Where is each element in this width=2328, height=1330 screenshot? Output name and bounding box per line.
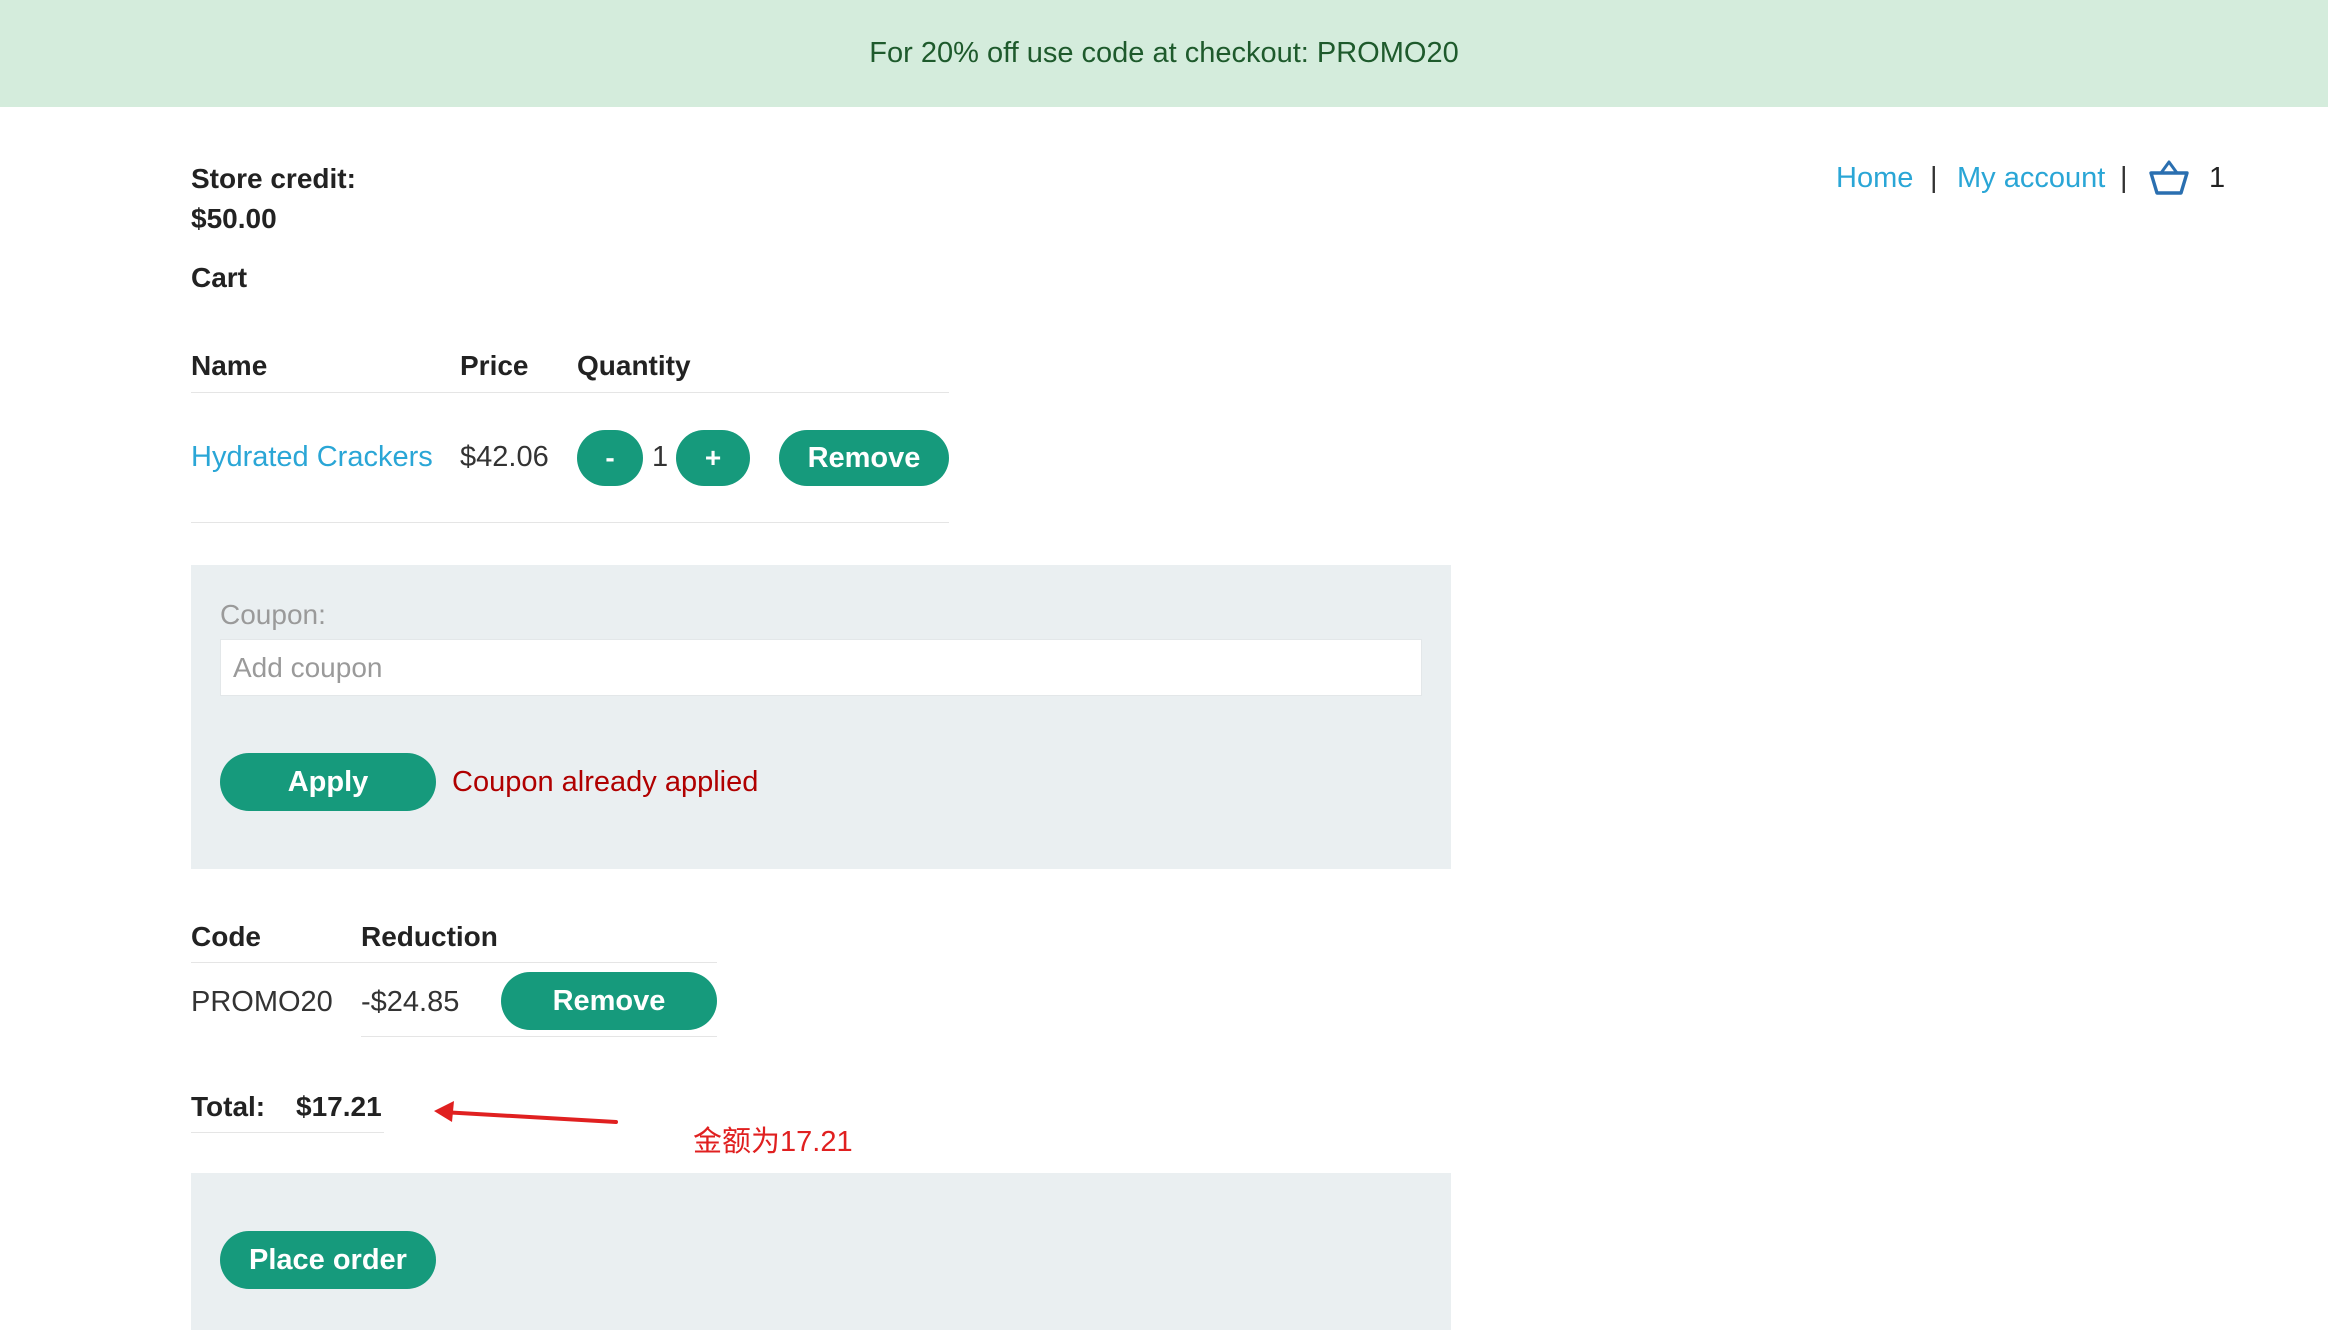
coupon-label: Coupon: xyxy=(220,599,326,630)
cart-column-quantity: Quantity xyxy=(577,350,691,381)
coupon-input[interactable]: Add coupon xyxy=(220,639,1422,696)
total-value: $17.21 xyxy=(296,1091,382,1122)
quantity-value: 1 xyxy=(652,441,669,473)
decrease-quantity-button[interactable]: - xyxy=(577,430,643,486)
nav-separator: | xyxy=(1930,162,1938,194)
total-divider xyxy=(191,1132,384,1133)
coupon-reduction: -$24.85 xyxy=(361,986,460,1018)
place-order-button[interactable]: Place order xyxy=(220,1231,436,1289)
coupon-column-code: Code xyxy=(191,921,261,952)
coupon-error-message: Coupon already applied xyxy=(452,766,759,798)
product-link[interactable]: Hydrated Crackers xyxy=(191,441,433,474)
cart-heading: Cart xyxy=(191,262,248,293)
basket-icon[interactable] xyxy=(2148,158,2190,203)
coupon-panel: Coupon: Add coupon Apply Coupon already … xyxy=(191,565,1451,869)
remove-coupon-button[interactable]: Remove xyxy=(501,972,717,1030)
my-account-link[interactable]: My account xyxy=(1957,162,2105,195)
cart-column-price: Price xyxy=(460,350,529,381)
promo-banner-text: For 20% off use code at checkout: PROMO2… xyxy=(869,37,1459,69)
coupon-row-divider xyxy=(361,1036,717,1037)
cart-row-divider xyxy=(191,522,949,523)
annotation-note: 金额为17.21 xyxy=(693,1126,853,1158)
increase-quantity-button[interactable]: + xyxy=(676,430,750,486)
coupon-header-divider xyxy=(191,962,717,963)
promo-banner: For 20% off use code at checkout: PROMO2… xyxy=(0,0,2328,107)
page: For 20% off use code at checkout: PROMO2… xyxy=(0,0,2328,1330)
apply-coupon-button[interactable]: Apply xyxy=(220,753,436,811)
store-credit-value: $50.00 xyxy=(191,203,277,234)
coupon-column-reduction: Reduction xyxy=(361,921,498,952)
store-credit-label: Store credit: xyxy=(191,163,356,194)
product-price: $42.06 xyxy=(460,441,549,473)
cart-count: 1 xyxy=(2209,162,2226,194)
home-link[interactable]: Home xyxy=(1836,162,1913,195)
coupon-code: PROMO20 xyxy=(191,986,333,1018)
checkout-panel: Place order xyxy=(191,1173,1451,1330)
cart-column-name: Name xyxy=(191,350,268,381)
total-label: Total: xyxy=(191,1091,266,1122)
cart-header-divider xyxy=(191,392,949,393)
remove-item-button[interactable]: Remove xyxy=(779,430,949,486)
annotation-arrow-icon xyxy=(434,1101,618,1124)
nav-separator: | xyxy=(2120,162,2128,194)
